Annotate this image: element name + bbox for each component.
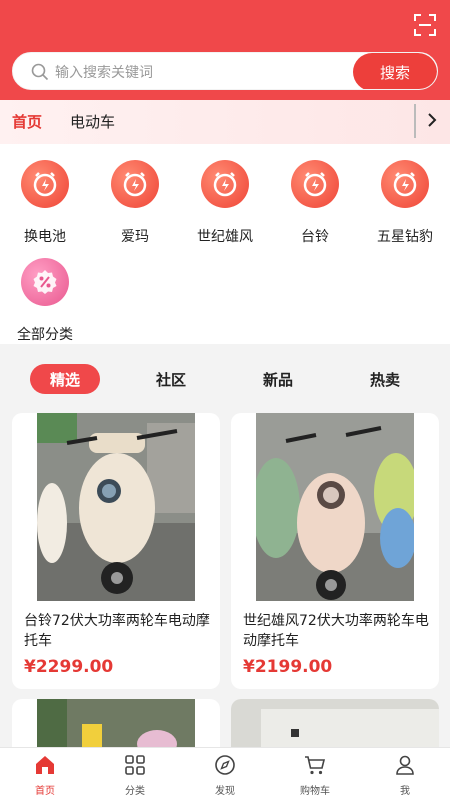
product-title: 台铃72伏大功率两轮车电动摩托车 bbox=[24, 613, 210, 649]
product-image[interactable] bbox=[37, 413, 195, 601]
alarm-bolt-icon bbox=[21, 160, 69, 208]
feed-tab-new[interactable]: 新品 bbox=[243, 364, 313, 394]
search-bar[interactable]: 输入搜索关键词 搜索 bbox=[12, 52, 438, 90]
brand-label: 台铃 bbox=[301, 229, 329, 245]
feed-tabs: 精选 社区 新品 热卖 bbox=[0, 344, 450, 406]
product-price: ¥2299.00 bbox=[24, 657, 114, 677]
chevron-right-icon[interactable] bbox=[424, 112, 440, 128]
category-tab-ebike[interactable]: 电动车 bbox=[70, 111, 115, 132]
nav-label: 购物车 bbox=[300, 786, 330, 797]
product-image[interactable] bbox=[256, 413, 414, 601]
search-button[interactable]: 搜索 bbox=[353, 53, 437, 89]
alarm-bolt-icon bbox=[381, 160, 429, 208]
nav-cart[interactable]: 购物车 bbox=[285, 754, 345, 797]
product-price: ¥2199.00 bbox=[243, 657, 333, 677]
home-icon bbox=[36, 756, 54, 774]
nav-label: 分类 bbox=[125, 786, 145, 797]
brand-label: 全部分类 bbox=[17, 327, 73, 343]
user-icon bbox=[396, 755, 414, 775]
brand-item[interactable]: 台铃 bbox=[270, 160, 360, 246]
nav-category[interactable]: 分类 bbox=[105, 754, 165, 797]
compass-icon bbox=[215, 755, 235, 775]
brand-item[interactable]: 世纪雄风 bbox=[180, 160, 270, 246]
nav-label: 我 bbox=[400, 786, 410, 797]
grid-icon bbox=[125, 755, 145, 775]
product-title: 世纪雄风72伏大功率两轮车电动摩托车 bbox=[243, 613, 429, 649]
feed-tab-community[interactable]: 社区 bbox=[136, 364, 206, 394]
bottom-nav: 首页 分类 发现 购物车 我 bbox=[0, 747, 450, 800]
nav-home[interactable]: 首页 bbox=[15, 754, 75, 797]
brand-label: 爱玛 bbox=[121, 229, 149, 245]
brand-item[interactable]: 爱玛 bbox=[90, 160, 180, 246]
nav-me[interactable]: 我 bbox=[375, 754, 435, 797]
nav-label: 发现 bbox=[215, 786, 235, 797]
nav-discover[interactable]: 发现 bbox=[195, 754, 255, 797]
alarm-bolt-icon bbox=[111, 160, 159, 208]
scan-icon[interactable] bbox=[414, 14, 436, 36]
category-tab-home[interactable]: 首页 bbox=[12, 111, 42, 132]
category-divider bbox=[414, 104, 416, 138]
category-bar: 首页 电动车 bbox=[0, 100, 450, 144]
product-card[interactable]: 台铃72伏大功率两轮车电动摩托车 ¥2299.00 bbox=[12, 413, 220, 689]
brand-label: 五星钻豹 bbox=[377, 229, 433, 245]
cart-icon bbox=[305, 756, 326, 775]
brand-label: 世纪雄风 bbox=[197, 229, 253, 245]
feed-tab-featured[interactable]: 精选 bbox=[30, 364, 100, 394]
search-icon bbox=[31, 63, 49, 81]
brand-item[interactable]: 五星钻豹 bbox=[360, 160, 450, 246]
brand-item[interactable]: 换电池 bbox=[0, 160, 90, 246]
product-card[interactable]: 世纪雄风72伏大功率两轮车电动摩托车 ¥2199.00 bbox=[231, 413, 439, 689]
alarm-bolt-icon bbox=[201, 160, 249, 208]
alarm-bolt-icon bbox=[291, 160, 339, 208]
nav-label: 首页 bbox=[35, 786, 55, 797]
discount-badge-icon bbox=[21, 258, 69, 306]
brand-item-all[interactable]: 全部分类 bbox=[0, 258, 90, 344]
brand-grid: 换电池 爱玛 世纪雄风 台铃 五星钻豹 全部分类 bbox=[0, 144, 450, 344]
feed-tab-hot[interactable]: 热卖 bbox=[350, 364, 420, 394]
search-input[interactable]: 输入搜索关键词 bbox=[55, 62, 153, 82]
brand-label: 换电池 bbox=[24, 229, 66, 245]
